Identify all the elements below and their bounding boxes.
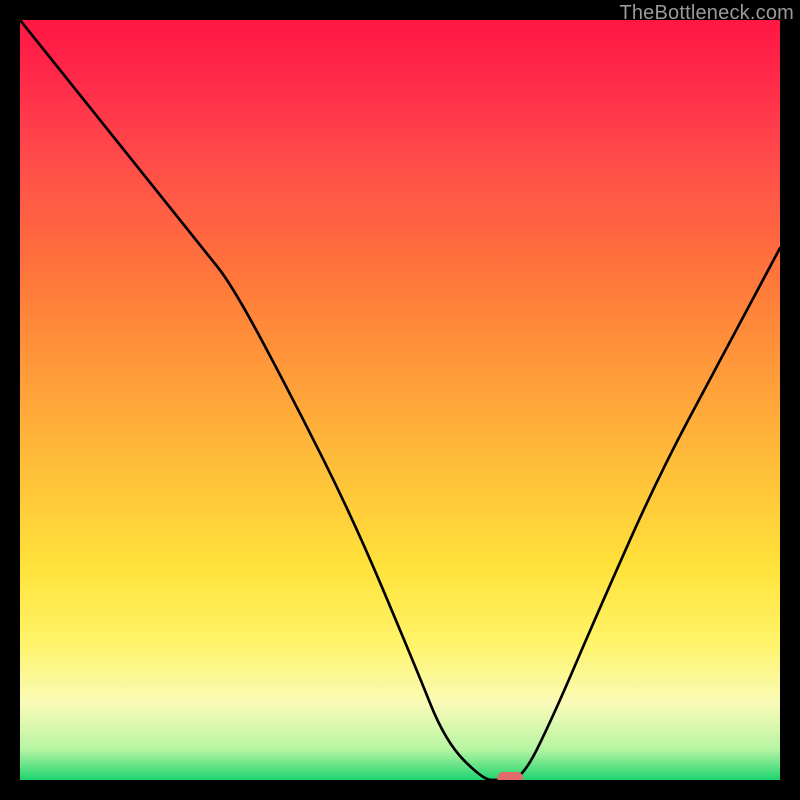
watermark-text: TheBottleneck.com [619, 2, 794, 25]
chart-container: TheBottleneck.com [0, 0, 800, 800]
heat-gradient [20, 20, 780, 780]
